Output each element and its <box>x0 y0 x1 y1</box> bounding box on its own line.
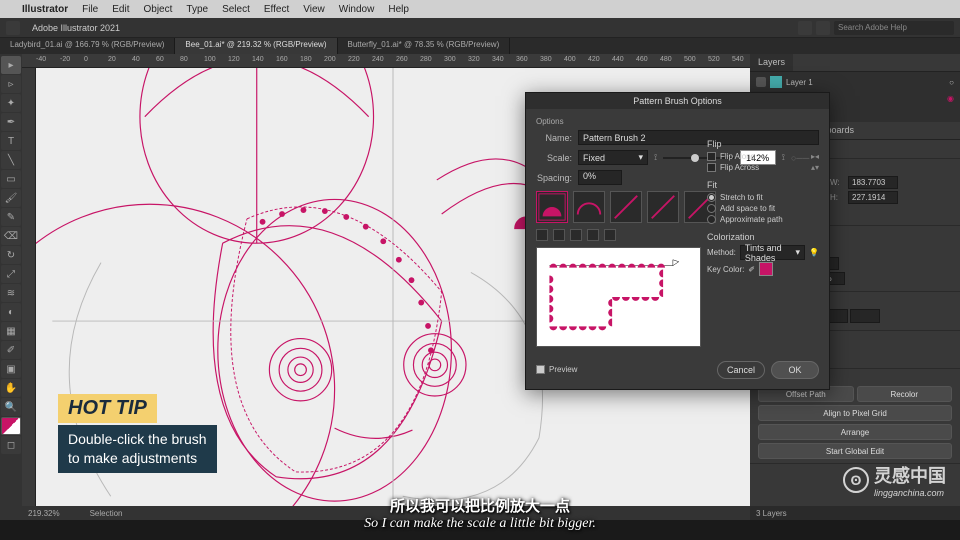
tile-opt-icon[interactable] <box>570 229 582 241</box>
pen-tool[interactable]: ✒ <box>1 113 21 131</box>
ruler-vertical <box>22 68 36 506</box>
fit-addspace-radio[interactable]: Add space to fit <box>707 204 819 213</box>
app-name[interactable]: Illustrator <box>22 4 68 15</box>
tile-opt-icon[interactable] <box>553 229 565 241</box>
flip-along-checkbox[interactable]: Flip Along▸◂ <box>707 152 819 161</box>
menubar: Illustrator File Edit Object Type Select… <box>0 0 960 18</box>
menu-view[interactable]: View <box>303 4 325 15</box>
menu-select[interactable]: Select <box>222 4 250 15</box>
fill-stroke-swap[interactable] <box>1 417 21 435</box>
fit-title: Fit <box>707 180 819 190</box>
menu-type[interactable]: Type <box>186 4 208 15</box>
eyedropper-icon[interactable]: ✐ <box>748 265 755 274</box>
colorization-title: Colorization <box>707 232 819 242</box>
hot-tip-badge: HOT TIP <box>58 394 157 423</box>
scale-mode-select[interactable]: Fixed▾ <box>578 150 648 165</box>
hand-tool[interactable]: ✋ <box>1 379 21 397</box>
rotate-tool[interactable]: ↻ <box>1 246 21 264</box>
artboard-tool[interactable]: ▣ <box>1 360 21 378</box>
cancel-button[interactable]: Cancel <box>717 361 765 379</box>
tile-opt-icon[interactable] <box>604 229 616 241</box>
width-tool[interactable]: ≋ <box>1 284 21 302</box>
direct-select-tool[interactable]: ▹ <box>1 75 21 93</box>
tab-layers[interactable]: Layers <box>750 54 793 71</box>
menu-object[interactable]: Object <box>143 4 172 15</box>
toolbox: ▸ ▹ ✦ ✒ T ╲ ▭ 🖌 ✎ ⌫ ↻ ⤢ ≋ ◐ ▦ ✐ ▣ ✋ 🔍 ◻ <box>0 54 22 520</box>
tile-side[interactable] <box>573 191 605 223</box>
home-icon[interactable] <box>6 21 20 35</box>
tile-outer-corner[interactable] <box>536 191 568 223</box>
layers-count: 3 Layers <box>750 506 960 520</box>
menu-file[interactable]: File <box>82 4 98 15</box>
arrange-button[interactable]: Arrange <box>758 424 952 440</box>
zoom-tool[interactable]: 🔍 <box>1 398 21 416</box>
align-pixel-button[interactable]: Align to Pixel Grid <box>758 405 952 421</box>
dialog-title[interactable]: Pattern Brush Options <box>526 93 829 109</box>
app-topbar: Adobe Illustrator 2021 Search Adobe Help <box>0 18 960 38</box>
rect-tool[interactable]: ▭ <box>1 170 21 188</box>
shape-builder-tool[interactable]: ◐ <box>1 303 21 321</box>
tile-start[interactable] <box>647 191 679 223</box>
share-icon[interactable] <box>798 21 812 35</box>
transform-h[interactable]: 227.1914 <box>848 191 898 204</box>
global-edit-button[interactable]: Start Global Edit <box>758 443 952 459</box>
eyedropper-tool[interactable]: ✐ <box>1 341 21 359</box>
brush-preview-box <box>536 247 701 347</box>
fit-approx-radio[interactable]: Approximate path <box>707 215 819 224</box>
arrange-icon[interactable] <box>816 21 830 35</box>
screen-mode[interactable]: ◻ <box>1 436 21 454</box>
brush-tool[interactable]: 🖌 <box>1 189 21 207</box>
help-search[interactable]: Search Adobe Help <box>834 21 954 35</box>
tab-ladybird[interactable]: Ladybird_01.ai @ 166.79 % (RGB/Preview) <box>0 38 175 54</box>
pencil-tool[interactable]: ✎ <box>1 208 21 226</box>
eraser-tool[interactable]: ⌫ <box>1 227 21 245</box>
recolor-button[interactable]: Recolor <box>857 386 953 402</box>
type-tool[interactable]: T <box>1 132 21 150</box>
tab-butterfly[interactable]: Butterfly_01.ai* @ 78.35 % (RGB/Preview) <box>338 38 511 54</box>
doc-tabs: Ladybird_01.ai @ 166.79 % (RGB/Preview) … <box>0 38 960 54</box>
key-color-swatch[interactable] <box>759 262 773 276</box>
zoom-level[interactable]: 219.32% <box>28 509 60 518</box>
hot-tip-overlay: HOT TIP Double-click the brushto make ad… <box>58 394 217 473</box>
status-tool: Selection <box>90 509 123 518</box>
fit-stretch-radio[interactable]: Stretch to fit <box>707 193 819 202</box>
flip-across-checkbox[interactable]: Flip Across▴▾ <box>707 163 819 172</box>
tab-bee[interactable]: Bee_01.ai* @ 219.32 % (RGB/Preview) <box>175 38 337 54</box>
layer-name[interactable]: Layer 1 <box>786 78 813 87</box>
window-title: Adobe Illustrator 2021 <box>32 23 120 33</box>
gradient-tool[interactable]: ▦ <box>1 322 21 340</box>
menu-edit[interactable]: Edit <box>112 4 129 15</box>
ruler-horizontal: -40-200204060801001201401601802002202402… <box>22 54 750 68</box>
spacing-input[interactable]: 0% <box>578 170 622 185</box>
colorization-method-select[interactable]: Tints and Shades▾ <box>740 245 805 260</box>
ok-button[interactable]: OK <box>771 361 819 379</box>
tile-opt-icon[interactable] <box>536 229 548 241</box>
tip-icon[interactable]: 💡 <box>809 248 819 257</box>
preview-checkbox[interactable]: Preview <box>536 365 577 374</box>
selection-tool[interactable]: ▸ <box>1 56 21 74</box>
tile-opt-icon[interactable] <box>587 229 599 241</box>
hot-tip-text: Double-click the brushto make adjustment… <box>58 425 217 473</box>
brush-slot[interactable] <box>850 309 880 323</box>
scale-tool[interactable]: ⤢ <box>1 265 21 283</box>
pattern-brush-dialog: Pattern Brush Options Options Name: Scal… <box>525 92 830 390</box>
options-group: Options <box>536 117 819 126</box>
flip-title: Flip <box>707 139 819 149</box>
visibility-icon[interactable] <box>756 77 766 87</box>
menu-window[interactable]: Window <box>339 4 375 15</box>
menu-help[interactable]: Help <box>388 4 409 15</box>
statusbar: 219.32% Selection <box>22 506 750 520</box>
transform-w[interactable]: 183.7703 <box>848 176 898 189</box>
line-tool[interactable]: ╲ <box>1 151 21 169</box>
wand-tool[interactable]: ✦ <box>1 94 21 112</box>
menu-effect[interactable]: Effect <box>264 4 289 15</box>
tile-inner-corner[interactable] <box>610 191 642 223</box>
